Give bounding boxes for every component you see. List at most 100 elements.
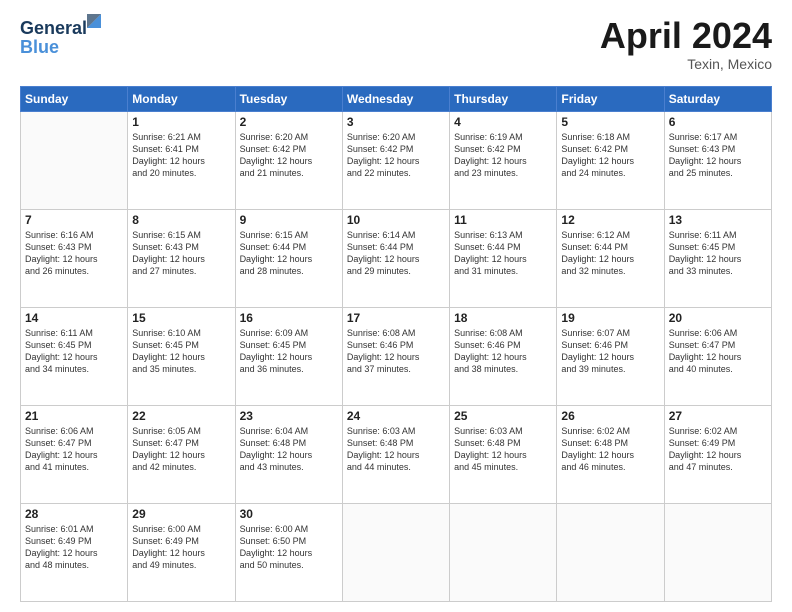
calendar-cell: 15Sunrise: 6:10 AM Sunset: 6:45 PM Dayli…: [128, 308, 235, 406]
day-info: Sunrise: 6:09 AM Sunset: 6:45 PM Dayligh…: [240, 327, 338, 376]
day-number: 20: [669, 311, 767, 325]
calendar-week-row: 1 Sunrise: 6:21 AM Sunset: 6:41 PM Daylig…: [21, 112, 772, 210]
calendar-cell: [664, 504, 771, 602]
day-info: Sunrise: 6:14 AM Sunset: 6:44 PM Dayligh…: [347, 229, 445, 278]
calendar-cell: 4 Sunrise: 6:19 AM Sunset: 6:42 PM Daylig…: [450, 112, 557, 210]
day-number: 11: [454, 213, 552, 227]
logo-general: General: [20, 18, 87, 38]
calendar-cell: 18 Sunrise: 6:08 AM Sunset: 6:46 PM Dayli…: [450, 308, 557, 406]
day-info: Sunrise: 6:01 AM Sunset: 6:49 PM Dayligh…: [25, 523, 123, 572]
calendar-cell: 25 Sunrise: 6:03 AM Sunset: 6:48 PM Dayli…: [450, 406, 557, 504]
calendar-cell: 7 Sunrise: 6:16 AM Sunset: 6:43 PM Daylig…: [21, 210, 128, 308]
day-info: Sunrise: 6:06 AM Sunset: 6:47 PM Dayligh…: [25, 425, 123, 474]
calendar-location: Texin, Mexico: [600, 56, 772, 72]
day-number: 27: [669, 409, 767, 423]
day-info: Sunrise: 6:06 AM Sunset: 6:47 PM Dayligh…: [669, 327, 767, 376]
calendar-cell: 21 Sunrise: 6:06 AM Sunset: 6:47 PM Dayli…: [21, 406, 128, 504]
day-info: Sunrise: 6:15 AM Sunset: 6:43 PM Dayligh…: [132, 229, 230, 278]
day-info: Sunrise: 6:04 AM Sunset: 6:48 PM Dayligh…: [240, 425, 338, 474]
calendar-cell: 8 Sunrise: 6:15 AM Sunset: 6:43 PM Daylig…: [128, 210, 235, 308]
day-number: 18: [454, 311, 552, 325]
day-number: 4: [454, 115, 552, 129]
calendar-week-row: 21 Sunrise: 6:06 AM Sunset: 6:47 PM Dayli…: [21, 406, 772, 504]
day-info: Sunrise: 6:12 AM Sunset: 6:44 PM Dayligh…: [561, 229, 659, 278]
day-number: 26: [561, 409, 659, 423]
logo: General Blue: [20, 18, 87, 58]
calendar-table: Sunday Monday Tuesday Wednesday Thursday…: [20, 86, 772, 602]
title-block: April 2024 Texin, Mexico: [600, 18, 772, 72]
page: General Blue April 2024 Texin, Mexico Su…: [0, 0, 792, 612]
day-info: Sunrise: 6:18 AM Sunset: 6:42 PM Dayligh…: [561, 131, 659, 180]
day-info: Sunrise: 6:19 AM Sunset: 6:42 PM Dayligh…: [454, 131, 552, 180]
day-info: Sunrise: 6:00 AM Sunset: 6:49 PM Dayligh…: [132, 523, 230, 572]
day-number: 16: [240, 311, 338, 325]
calendar-cell: 2 Sunrise: 6:20 AM Sunset: 6:42 PM Daylig…: [235, 112, 342, 210]
day-number: 2: [240, 115, 338, 129]
day-info: Sunrise: 6:08 AM Sunset: 6:46 PM Dayligh…: [347, 327, 445, 376]
day-number: 13: [669, 213, 767, 227]
calendar-cell: [21, 112, 128, 210]
day-number: 22: [132, 409, 230, 423]
day-number: 14: [25, 311, 123, 325]
calendar-cell: 29 Sunrise: 6:00 AM Sunset: 6:49 PM Dayli…: [128, 504, 235, 602]
calendar-cell: 17 Sunrise: 6:08 AM Sunset: 6:46 PM Dayli…: [342, 308, 449, 406]
calendar-cell: 13 Sunrise: 6:11 AM Sunset: 6:45 PM Dayli…: [664, 210, 771, 308]
calendar-cell: 23 Sunrise: 6:04 AM Sunset: 6:48 PM Dayli…: [235, 406, 342, 504]
calendar-cell: 30Sunrise: 6:00 AM Sunset: 6:50 PM Dayli…: [235, 504, 342, 602]
calendar-cell: 5Sunrise: 6:18 AM Sunset: 6:42 PM Daylig…: [557, 112, 664, 210]
day-number: 17: [347, 311, 445, 325]
day-info: Sunrise: 6:02 AM Sunset: 6:49 PM Dayligh…: [669, 425, 767, 474]
col-wednesday: Wednesday: [342, 87, 449, 112]
calendar-cell: 10Sunrise: 6:14 AM Sunset: 6:44 PM Dayli…: [342, 210, 449, 308]
day-number: 25: [454, 409, 552, 423]
calendar-cell: [450, 504, 557, 602]
day-number: 8: [132, 213, 230, 227]
calendar-cell: 19Sunrise: 6:07 AM Sunset: 6:46 PM Dayli…: [557, 308, 664, 406]
col-friday: Friday: [557, 87, 664, 112]
calendar-title: April 2024: [600, 18, 772, 54]
day-info: Sunrise: 6:11 AM Sunset: 6:45 PM Dayligh…: [669, 229, 767, 278]
logo-bird-icon: [87, 14, 101, 28]
day-info: Sunrise: 6:21 AM Sunset: 6:41 PM Dayligh…: [132, 131, 230, 180]
calendar-week-row: 7 Sunrise: 6:16 AM Sunset: 6:43 PM Daylig…: [21, 210, 772, 308]
calendar-cell: 3Sunrise: 6:20 AM Sunset: 6:42 PM Daylig…: [342, 112, 449, 210]
calendar-cell: 26Sunrise: 6:02 AM Sunset: 6:48 PM Dayli…: [557, 406, 664, 504]
day-info: Sunrise: 6:03 AM Sunset: 6:48 PM Dayligh…: [347, 425, 445, 474]
calendar-body: 1 Sunrise: 6:21 AM Sunset: 6:41 PM Daylig…: [21, 112, 772, 602]
day-number: 6: [669, 115, 767, 129]
day-info: Sunrise: 6:08 AM Sunset: 6:46 PM Dayligh…: [454, 327, 552, 376]
calendar-cell: 6 Sunrise: 6:17 AM Sunset: 6:43 PM Daylig…: [664, 112, 771, 210]
day-info: Sunrise: 6:17 AM Sunset: 6:43 PM Dayligh…: [669, 131, 767, 180]
day-number: 28: [25, 507, 123, 521]
day-info: Sunrise: 6:03 AM Sunset: 6:48 PM Dayligh…: [454, 425, 552, 474]
day-info: Sunrise: 6:20 AM Sunset: 6:42 PM Dayligh…: [240, 131, 338, 180]
day-number: 1: [132, 115, 230, 129]
calendar-cell: 28 Sunrise: 6:01 AM Sunset: 6:49 PM Dayli…: [21, 504, 128, 602]
day-info: Sunrise: 6:10 AM Sunset: 6:45 PM Dayligh…: [132, 327, 230, 376]
calendar-cell: 27 Sunrise: 6:02 AM Sunset: 6:49 PM Dayli…: [664, 406, 771, 504]
day-number: 29: [132, 507, 230, 521]
calendar-cell: 9Sunrise: 6:15 AM Sunset: 6:44 PM Daylig…: [235, 210, 342, 308]
day-info: Sunrise: 6:16 AM Sunset: 6:43 PM Dayligh…: [25, 229, 123, 278]
day-info: Sunrise: 6:15 AM Sunset: 6:44 PM Dayligh…: [240, 229, 338, 278]
calendar-week-row: 14Sunrise: 6:11 AM Sunset: 6:45 PM Dayli…: [21, 308, 772, 406]
header: General Blue April 2024 Texin, Mexico: [20, 18, 772, 72]
col-sunday: Sunday: [21, 87, 128, 112]
calendar-cell: 14Sunrise: 6:11 AM Sunset: 6:45 PM Dayli…: [21, 308, 128, 406]
calendar-cell: 24Sunrise: 6:03 AM Sunset: 6:48 PM Dayli…: [342, 406, 449, 504]
col-monday: Monday: [128, 87, 235, 112]
day-number: 23: [240, 409, 338, 423]
calendar-header-row: Sunday Monday Tuesday Wednesday Thursday…: [21, 87, 772, 112]
col-thursday: Thursday: [450, 87, 557, 112]
day-info: Sunrise: 6:13 AM Sunset: 6:44 PM Dayligh…: [454, 229, 552, 278]
calendar-cell: 22 Sunrise: 6:05 AM Sunset: 6:47 PM Dayli…: [128, 406, 235, 504]
logo-blue: Blue: [20, 37, 59, 58]
day-number: 21: [25, 409, 123, 423]
calendar-cell: 20 Sunrise: 6:06 AM Sunset: 6:47 PM Dayli…: [664, 308, 771, 406]
day-number: 7: [25, 213, 123, 227]
calendar-week-row: 28 Sunrise: 6:01 AM Sunset: 6:49 PM Dayli…: [21, 504, 772, 602]
day-info: Sunrise: 6:05 AM Sunset: 6:47 PM Dayligh…: [132, 425, 230, 474]
day-number: 3: [347, 115, 445, 129]
day-number: 12: [561, 213, 659, 227]
calendar-cell: 12 Sunrise: 6:12 AM Sunset: 6:44 PM Dayli…: [557, 210, 664, 308]
